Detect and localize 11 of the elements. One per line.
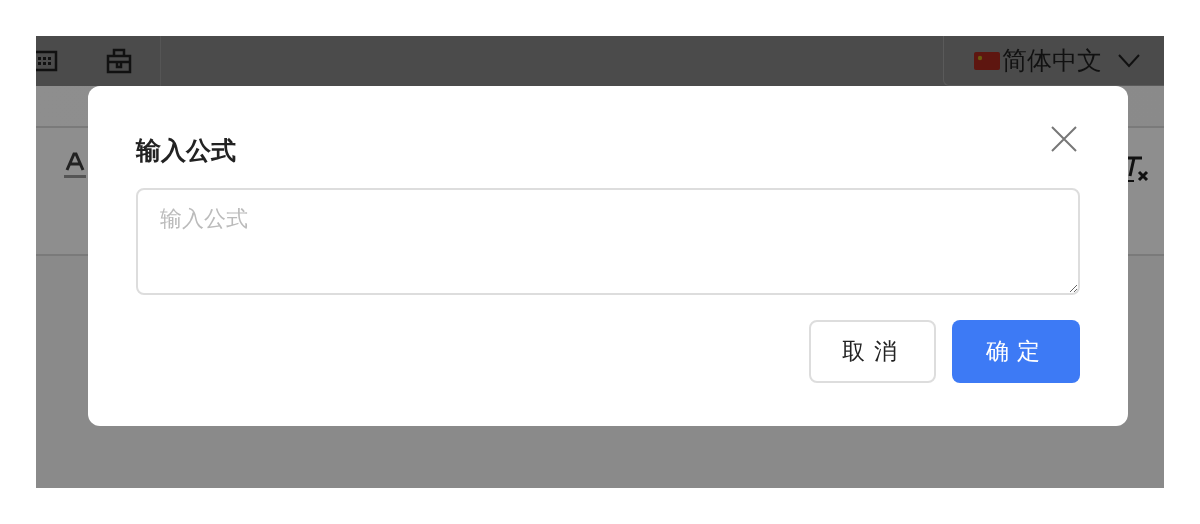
language-selector[interactable]: 简体中文 xyxy=(943,36,1164,86)
formula-field[interactable]: 输入公式 xyxy=(136,188,1080,295)
dialog-title: 输入公式 xyxy=(136,134,236,167)
cancel-button[interactable]: 取消 xyxy=(809,320,936,383)
font-color-icon[interactable] xyxy=(64,152,86,180)
flag-icon xyxy=(974,51,1000,70)
keyboard-icon[interactable] xyxy=(36,49,58,73)
close-icon[interactable] xyxy=(1050,125,1078,153)
briefcase-icon[interactable] xyxy=(106,48,132,74)
confirm-button[interactable]: 确定 xyxy=(952,320,1080,383)
chevron-down-icon xyxy=(1118,53,1140,68)
